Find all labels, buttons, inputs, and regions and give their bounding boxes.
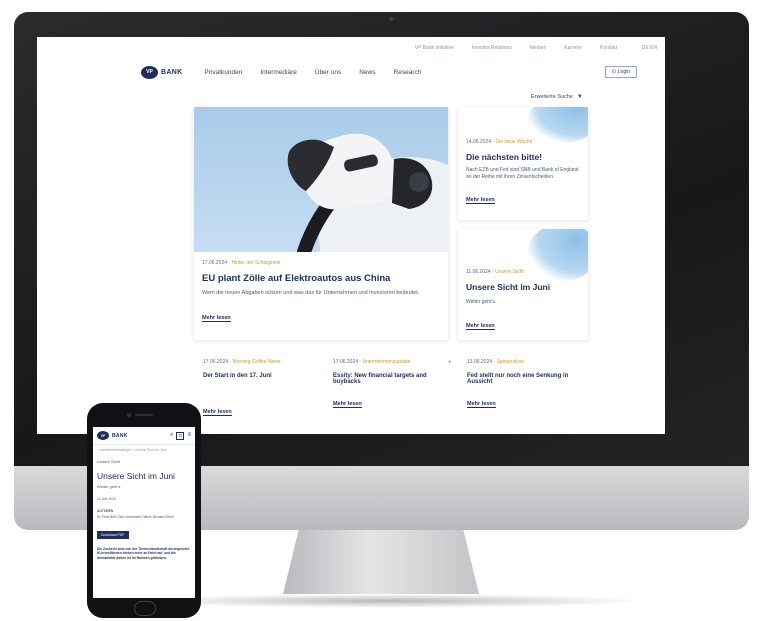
article-tag[interactable]: Unsere Sicht [495, 269, 524, 275]
mobile-header: VP BANK ⌕ ⊡ ≡ [93, 427, 195, 445]
read-more-link[interactable]: Mehr lesen [467, 401, 496, 408]
phone-screen: VP BANK ⌕ ⊡ ≡ < Investmentstrategie > Un… [93, 427, 195, 598]
home-button[interactable] [134, 601, 156, 616]
login-label: Login [617, 69, 630, 75]
search-icon[interactable]: ⌕ [170, 432, 173, 440]
main-navbar: VP BANK Privatkunden Intermediäre Über u… [141, 61, 637, 83]
article-teaser: Weiter geht's. [466, 299, 497, 305]
read-more-link[interactable]: Mehr lesen [202, 315, 231, 322]
ev-charger-image [194, 107, 448, 252]
vp-bank-logo[interactable]: VP BANK [97, 431, 128, 440]
utility-link[interactable]: Karriere [564, 45, 582, 55]
extended-search-label: Erweiterte Suche [531, 94, 573, 100]
article-date: 17.06.2024 [333, 359, 359, 365]
stand-shadow [130, 594, 650, 608]
nav-links: Privatkunden Intermediäre Über uns News … [204, 69, 421, 76]
nav-item-intermediaere[interactable]: Intermediäre [260, 69, 297, 76]
article-title[interactable]: Die nächsten bitte! [466, 152, 580, 162]
nav-item-privatkunden[interactable]: Privatkunden [204, 69, 242, 76]
article-title[interactable]: EU plant Zölle auf Elektroautos aus Chin… [202, 273, 440, 284]
article-date: 13.06.2024 [467, 359, 493, 365]
nav-item-news[interactable]: News [359, 69, 375, 76]
logo-text: BANK [161, 68, 183, 76]
article-body: Die Zuckerln sind von der Themenlandscha… [97, 546, 190, 560]
menu-icon[interactable]: ≡ [187, 432, 191, 440]
article-date: 11.06.2024 [466, 269, 491, 275]
article-tag[interactable]: Morning Coffee News [232, 359, 280, 365]
authors-list[interactable]: Dr. Felix Brill Chief Investment Officer… [93, 514, 195, 520]
utility-link[interactable]: VP Bank Initiative [415, 45, 454, 55]
phone-speaker [135, 414, 153, 416]
login-icon[interactable]: ⊡ [176, 431, 185, 440]
article-tag[interactable]: Unternehmensupdate [362, 359, 410, 365]
read-more-link[interactable]: Mehr lesen [203, 409, 232, 416]
page-title: Unsere Sicht im Juni [97, 471, 175, 481]
imac-camera [389, 17, 393, 21]
article-meta: 14.06.2024 · Die neue Woche [466, 139, 533, 145]
article-date: 17.06.2024 [203, 359, 229, 365]
hero-article-card[interactable]: 17.06.2024 · Hinter der Schlagzeile EU p… [194, 107, 448, 340]
utility-link[interactable]: Medien [530, 45, 546, 55]
logo-text: BANK [112, 432, 128, 439]
article-title[interactable]: Unsere Sicht im Juni [466, 282, 580, 292]
article-meta: 17.06.2024 · Unternehmensupdate ● [333, 359, 451, 365]
article-tag[interactable]: Spotanalyse [496, 359, 524, 365]
article-teaser: Nach EZB und Fed sind SNB und Bank of En… [466, 167, 579, 181]
news-item[interactable]: 17.06.2024 · Unternehmensupdate ● Essity… [333, 359, 451, 410]
read-more-link[interactable]: Mehr lesen [333, 401, 362, 408]
article-title[interactable]: Fed stellt nur noch eine Senkung in Auss… [467, 373, 585, 385]
article-meta: 17.06.2024 · Morning Coffee News [203, 359, 281, 365]
article-card-naechsten[interactable]: 14.06.2024 · Die neue Woche Die nächsten… [458, 107, 588, 220]
article-title[interactable]: Der Start in den 17. Juni [203, 373, 321, 379]
article-date: 14.06.2024 [466, 139, 492, 145]
read-more-link[interactable]: Mehr lesen [466, 323, 495, 331]
page-subtitle: Weiter geht's. [97, 484, 122, 490]
iphone-device: VP BANK ⌕ ⊡ ≡ < Investmentstrategie > Un… [87, 403, 201, 618]
read-more-link[interactable]: Mehr lesen [466, 197, 495, 204]
news-item[interactable]: 13.06.2024 · Spotanalyse Fed stellt nur … [467, 359, 585, 410]
article-meta: 17.06.2024 · Hinter der Schlagzeile [202, 260, 281, 266]
logo-badge: VP [141, 65, 158, 79]
section-label: Unsere Sicht [97, 459, 120, 464]
bookmark-icon[interactable]: ● [448, 359, 451, 365]
imac-stand [283, 530, 479, 594]
publish-date: 11.Juni 2024 [97, 497, 116, 502]
vp-bank-logo[interactable]: VP BANK [141, 65, 183, 79]
mobile-header-icons: ⌕ ⊡ ≡ [170, 431, 191, 440]
breadcrumb[interactable]: < Investmentstrategie > Unsere Sicht im … [93, 445, 195, 452]
download-pdf-button[interactable]: Download PDF [97, 530, 129, 539]
filter-icon: ▼ [576, 94, 583, 100]
article-tag[interactable]: Hinter der Schlagzeile [231, 260, 280, 266]
phone-camera [127, 413, 131, 417]
article-meta: 13.06.2024 · Spotanalyse [467, 359, 525, 365]
article-tag[interactable]: Die neue Woche [495, 139, 532, 145]
article-title[interactable]: Essity: New financial targets and buybac… [333, 373, 451, 385]
article-date: 17.06.2024 [202, 260, 228, 266]
utility-bar: VP Bank Initiative Investor Relations Me… [415, 45, 617, 55]
login-button[interactable]: ⊡ Login [604, 66, 637, 78]
decorative-blob [528, 107, 588, 143]
utility-link[interactable]: Investor Relations [472, 45, 512, 55]
desktop-screen: VP Bank Initiative Investor Relations Me… [37, 37, 665, 434]
news-item[interactable]: 17.06.2024 · Morning Coffee News Der Sta… [203, 359, 321, 418]
logo-badge: VP [97, 431, 109, 440]
extended-search[interactable]: Erweiterte Suche ▼ [531, 94, 583, 100]
article-card-unsere-sicht[interactable]: 11.06.2024 · Unsere Sicht Unsere Sicht i… [458, 229, 588, 340]
lock-icon: ⊡ [611, 69, 616, 75]
ev-charger-illustration [287, 133, 448, 252]
utility-link[interactable]: Kontakt [600, 45, 617, 55]
language-switch[interactable]: DE EN [642, 45, 657, 51]
nav-item-research[interactable]: Research [394, 69, 422, 76]
article-teaser: Wem die neuen Abgaben nützen und was das… [202, 290, 420, 296]
article-meta: 11.06.2024 · Unsere Sicht [466, 269, 524, 275]
nav-item-ueber-uns[interactable]: Über uns [315, 69, 341, 76]
